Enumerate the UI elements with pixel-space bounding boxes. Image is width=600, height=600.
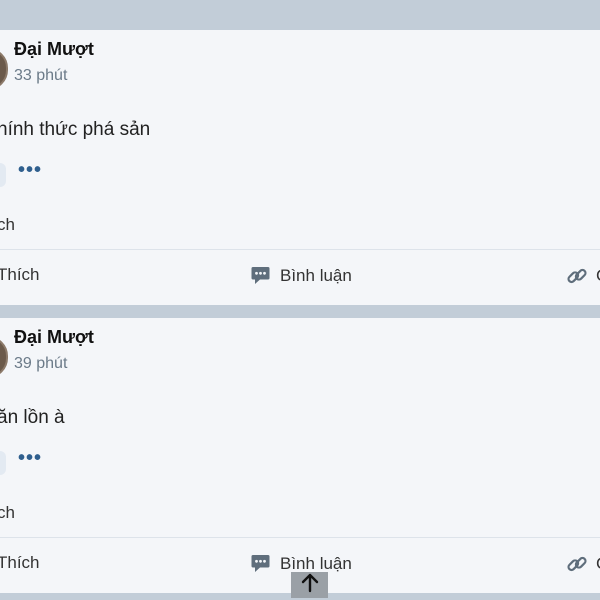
like-summary[interactable]: ch bbox=[0, 215, 15, 235]
comment-button[interactable]: Bình luận bbox=[250, 553, 352, 574]
divider bbox=[0, 537, 600, 538]
reaction-chip[interactable] bbox=[0, 163, 6, 187]
comment-icon bbox=[250, 553, 280, 574]
share-button[interactable]: C bbox=[566, 265, 600, 287]
like-button[interactable]: Thích bbox=[0, 553, 40, 573]
post-time[interactable]: 39 phút bbox=[14, 355, 67, 373]
comment-label: Bình luận bbox=[280, 265, 352, 285]
comment-label: Bình luận bbox=[280, 553, 352, 573]
post-time[interactable]: 33 phút bbox=[14, 67, 67, 85]
post-text: hính thức phá sản bbox=[0, 119, 151, 140]
comment-icon bbox=[250, 265, 280, 286]
author-name[interactable]: Đại Mượt bbox=[14, 327, 94, 348]
reaction-chip[interactable] bbox=[0, 451, 6, 475]
like-summary[interactable]: ch bbox=[0, 503, 15, 523]
share-label: C bbox=[596, 266, 600, 286]
comment-button[interactable]: Bình luận bbox=[250, 265, 352, 286]
author-name[interactable]: Đại Mượt bbox=[14, 39, 94, 60]
divider bbox=[0, 249, 600, 250]
post-card: Đại Mượt 33 phút hính thức phá sản ••• c… bbox=[0, 30, 600, 305]
like-button[interactable]: Thích bbox=[0, 265, 40, 285]
share-button[interactable]: C bbox=[566, 553, 600, 575]
like-label: Thích bbox=[0, 265, 40, 284]
post-card: Đại Mượt 39 phút ăn lồn à ••• ch Thích B… bbox=[0, 318, 600, 593]
avatar[interactable] bbox=[0, 336, 8, 378]
more-options-button[interactable]: ••• bbox=[18, 447, 42, 470]
scroll-to-top-button[interactable] bbox=[291, 572, 328, 598]
like-label: Thích bbox=[0, 553, 40, 572]
arrow-up-icon bbox=[301, 573, 319, 598]
link-icon bbox=[566, 553, 596, 575]
news-feed: Đại Mượt 33 phút hính thức phá sản ••• c… bbox=[0, 0, 600, 600]
more-options-button[interactable]: ••• bbox=[18, 159, 42, 182]
post-text: ăn lồn à bbox=[0, 407, 65, 428]
avatar[interactable] bbox=[0, 48, 8, 90]
link-icon bbox=[566, 265, 596, 287]
share-label: C bbox=[596, 554, 600, 574]
